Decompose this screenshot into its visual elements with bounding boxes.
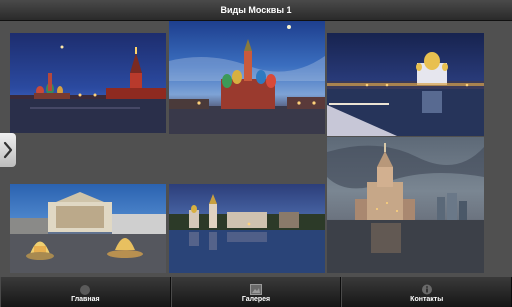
tab-home[interactable]: Главная — [0, 277, 171, 307]
tab-gallery[interactable]: Галерея — [170, 277, 342, 307]
home-icon — [80, 285, 91, 295]
next-page-button[interactable] — [0, 133, 16, 167]
tab-gallery-label: Галерея — [241, 296, 271, 303]
gallery-icon — [250, 284, 262, 295]
hotel-ukraina-photo[interactable] — [327, 137, 484, 273]
kremlin-night-photo[interactable] — [10, 33, 166, 133]
tab-contacts-label: Контакты — [410, 296, 444, 303]
tab-contacts[interactable]: Контакты — [341, 277, 512, 307]
novodevichy-convent-photo[interactable] — [169, 184, 325, 273]
christ-the-saviour-cathedral-photo[interactable] — [327, 33, 484, 136]
tab-home-label: Главная — [71, 296, 100, 303]
app-title: Виды Москвы 1 — [220, 5, 292, 15]
bolshoi-theatre-photo[interactable] — [10, 184, 166, 273]
info-icon — [421, 284, 432, 295]
bottom-tab-bar: Главная Галерея Контакты — [0, 277, 512, 307]
st-basils-cathedral-photo[interactable] — [169, 21, 325, 134]
chevron-right-icon — [3, 141, 13, 159]
title-bar: Виды Москвы 1 — [0, 0, 512, 21]
photo-gallery — [0, 21, 512, 277]
